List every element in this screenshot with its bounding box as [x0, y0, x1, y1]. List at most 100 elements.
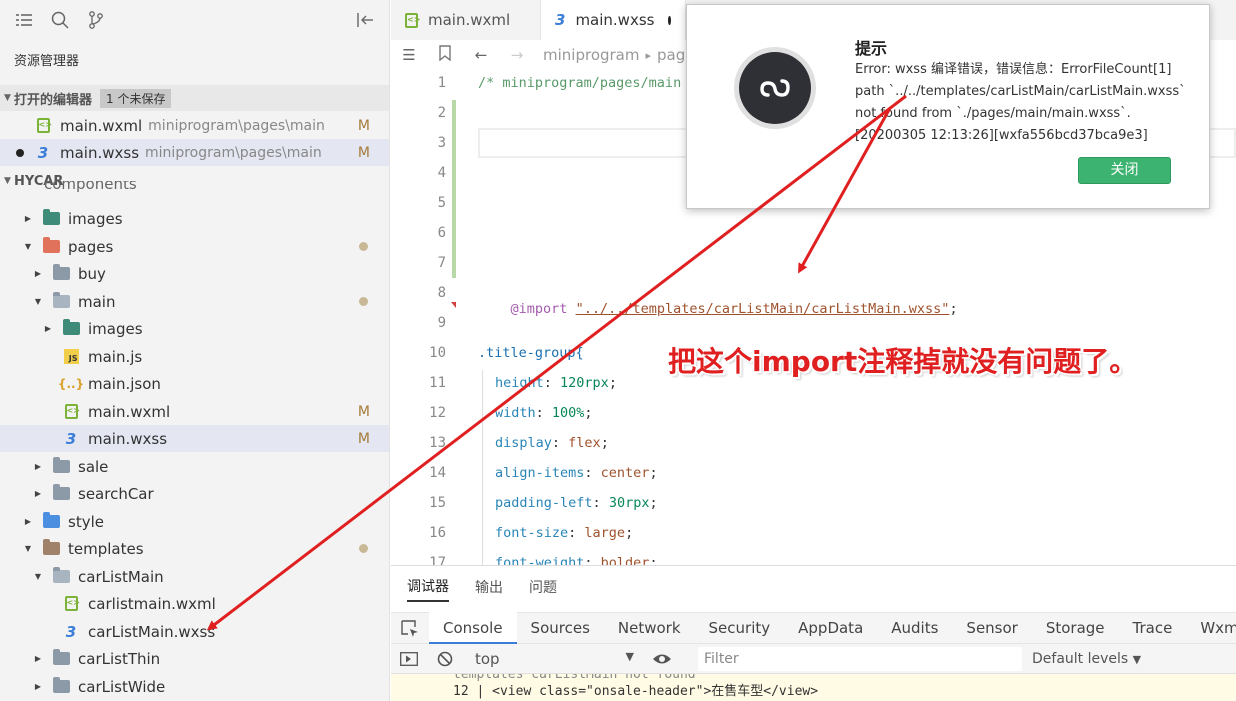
devtools-tab-sources[interactable]: Sources [517, 612, 604, 644]
open-editor-item-main-wxss[interactable]: 3 main.wxss miniprogram\pages\main M [0, 139, 389, 166]
back-arrow-icon[interactable]: ← [463, 46, 499, 64]
tree-label: pages [68, 237, 114, 256]
dropdown-arrow-icon: ▼ [625, 649, 634, 663]
tree-item-buy[interactable]: ▶ buy [0, 260, 389, 287]
modified-dot-icon [359, 544, 368, 553]
eye-icon[interactable] [642, 650, 682, 668]
file-name: main.wxml [60, 116, 143, 135]
inspect-element-icon[interactable] [391, 612, 429, 644]
annotation-text: 把这个import注释掉就没有问题了。 [668, 345, 1138, 378]
sidebar-toggle-icon[interactable] [391, 650, 427, 668]
devtools-tab-trace[interactable]: Trace [1119, 612, 1187, 644]
message-line: [20200305 12:13:26][wxfa556bcd37bca9e3] [855, 128, 1148, 143]
chevron-down-icon: ▼ [24, 544, 32, 553]
devtools-tab-audits[interactable]: Audits [877, 612, 952, 644]
devtools-tab-wxml[interactable]: Wxml [1186, 612, 1236, 644]
tree-item-main-images[interactable]: ▶ images [0, 315, 389, 342]
context-select[interactable]: top ▼ [467, 650, 642, 668]
devtools-tab-storage[interactable]: Storage [1032, 612, 1119, 644]
log-levels-select[interactable]: Default levels ▼ [1032, 651, 1141, 667]
tab-problems[interactable]: 问题 [529, 577, 557, 601]
tree-item-main-js[interactable]: JS main.js [0, 343, 389, 370]
line-number: 14 [429, 465, 446, 481]
code-property: align-items [495, 465, 585, 481]
chevron-down-icon: ▼ [24, 242, 32, 251]
tree-item-sale[interactable]: ▶ sale [0, 453, 389, 480]
css-file-icon: 3 [37, 143, 49, 162]
js-file-icon: JS [62, 349, 80, 365]
code-line-16: font-size: large; [495, 525, 634, 541]
tab-main-wxss[interactable]: 3 main.wxss [541, 0, 686, 40]
bookmark-icon[interactable] [427, 45, 463, 65]
tree-item-main-wxml[interactable]: <> main.wxml M [0, 398, 389, 425]
close-button[interactable]: 关闭 [1078, 157, 1171, 184]
tree-label: main.wxml [88, 402, 171, 421]
devtools-tabs: Console Sources Network Security AppData… [391, 612, 1236, 644]
devtools-tab-sensor[interactable]: Sensor [952, 612, 1031, 644]
line-number: 6 [437, 225, 446, 241]
tree-item-main-wxss[interactable]: 3 main.wxss M [0, 425, 389, 452]
file-name: main.wxss [60, 143, 140, 162]
list-icon[interactable]: ☰ [391, 46, 427, 64]
collapse-sidebar-icon[interactable] [347, 0, 383, 40]
folder-images-icon [42, 209, 60, 227]
line-number: 5 [437, 195, 446, 211]
tree-item-templates[interactable]: ▼ templates [0, 535, 389, 562]
clear-console-icon[interactable] [427, 650, 463, 668]
line-number: 2 [437, 105, 446, 121]
tree-item-pages[interactable]: ▼ pages [0, 233, 389, 260]
tree-label: main [78, 292, 116, 311]
json-file-icon: {..} [57, 376, 85, 391]
chevron-right-icon: ▶ [34, 654, 42, 663]
tree-item-carlistmain-wxml[interactable]: <> carlistmain.wxml [0, 590, 389, 617]
bottom-panel: 调试器 输出 问题 Console Sources Network Securi… [391, 565, 1236, 701]
unsaved-dot-icon[interactable] [668, 15, 671, 25]
tree-label: images [68, 209, 123, 228]
tree-item-components[interactable]: components [0, 181, 389, 195]
chevron-right-icon: ▶ [34, 462, 42, 471]
tree-item-main[interactable]: ▼ main [0, 288, 389, 315]
unsaved-dot-icon[interactable] [16, 148, 24, 157]
code-line-1: /* miniprogram/pages/main [478, 75, 682, 91]
tab-main-wxml[interactable]: <> main.wxml [391, 0, 541, 40]
tab-output[interactable]: 输出 [475, 577, 503, 601]
breadcrumb-segment[interactable]: miniprogram [543, 46, 639, 64]
source-control-icon[interactable] [78, 0, 114, 40]
tab-label: main.wxml [428, 11, 511, 29]
tree-item-carlistthin[interactable]: ▶ carListThin [0, 645, 389, 672]
menu-icon[interactable] [6, 0, 42, 40]
devtools-tab-network[interactable]: Network [604, 612, 695, 644]
line-number: 11 [429, 375, 446, 391]
forward-arrow-icon[interactable]: → [499, 46, 535, 64]
code-value: flex [568, 435, 601, 451]
code-line-10: .title-group{ [478, 345, 584, 361]
tree-item-main-json[interactable]: {..} main.json [0, 370, 389, 397]
tab-debugger[interactable]: 调试器 [407, 576, 449, 602]
tree-item-carlistwide[interactable]: ▶ carListWide [0, 673, 389, 700]
line-number: 13 [429, 435, 446, 451]
tree-item-carlistmain[interactable]: ▼ carListMain [0, 563, 389, 590]
error-dialog: 提示 Error: wxss 编译错误，错误信息：ErrorFileCount[… [686, 4, 1210, 209]
tree-label: carListThin [78, 649, 161, 668]
filter-input[interactable]: Filter [698, 646, 1022, 671]
tree-item-carlistmain-wxss[interactable]: 3 carListMain.wxss [0, 618, 389, 645]
code-property: padding-left [495, 495, 593, 511]
tree-item-style[interactable]: ▶ style [0, 508, 389, 535]
devtools-tab-security[interactable]: Security [695, 612, 785, 644]
line-number: 4 [437, 165, 446, 181]
folder-open-icon [52, 567, 70, 585]
code-line-15: padding-left: 30rpx; [495, 495, 658, 511]
breadcrumb-segment[interactable]: pag [657, 46, 685, 64]
tree-item-images[interactable]: ▶ images [0, 205, 389, 232]
folder-icon [52, 457, 70, 475]
open-editor-item-main-wxml[interactable]: <> main.wxml miniprogram\pages\main M [0, 112, 389, 139]
tree-label: main.js [88, 347, 143, 366]
devtools-tab-console[interactable]: Console [429, 612, 517, 644]
folder-pages-icon [42, 237, 60, 255]
devtools-tab-appdata[interactable]: AppData [784, 612, 877, 644]
search-icon[interactable] [42, 0, 78, 40]
open-editors-header[interactable]: ▼ 打开的编辑器 1 个未保存 [0, 85, 389, 111]
unsaved-badge: 1 个未保存 [100, 88, 172, 108]
line-number: 9 [437, 315, 446, 331]
tree-item-searchcar[interactable]: ▶ searchCar [0, 480, 389, 507]
